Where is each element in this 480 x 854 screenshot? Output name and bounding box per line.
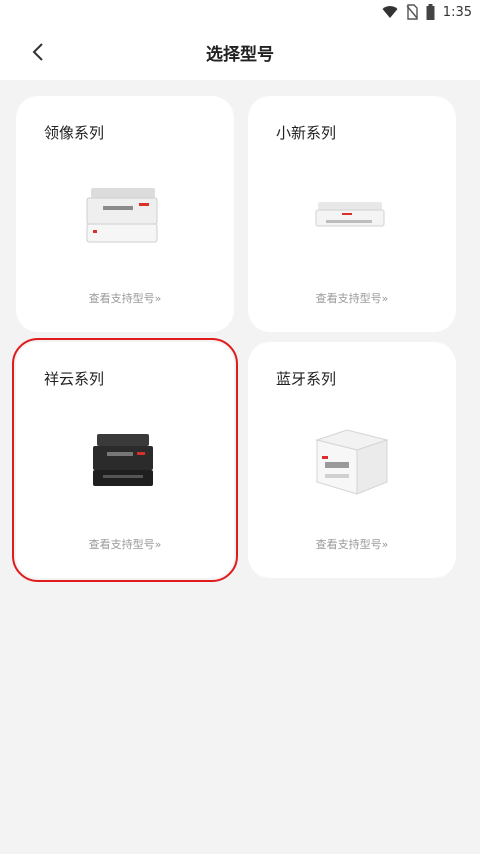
back-button[interactable] [24, 38, 52, 66]
black-laser-printer-icon [70, 422, 180, 502]
series-card-xiaoxin[interactable]: 小新系列 查看支持型号» [248, 96, 456, 332]
status-bar: 1:35 [0, 0, 480, 24]
series-name: 蓝牙系列 [276, 370, 337, 388]
multifunction-printer-icon [70, 176, 180, 256]
white-mfp-printer-icon [297, 422, 407, 502]
page-title: 选择型号 [206, 44, 274, 65]
no-sim-icon [406, 4, 418, 20]
view-models-link[interactable]: 查看支持型号» [16, 290, 234, 306]
view-models-link[interactable]: 查看支持型号» [248, 536, 456, 552]
view-models-link[interactable]: 查看支持型号» [16, 536, 234, 552]
view-models-link[interactable]: 查看支持型号» [248, 290, 456, 306]
app-header: 选择型号 [0, 24, 480, 80]
wifi-icon [382, 6, 398, 19]
series-card-xiangyun[interactable]: 祥云系列 查看支持型号» [12, 338, 238, 582]
series-grid: 领像系列 查看支持型号» 小新系列 查看支持型号» 祥云系列 查看支持型号» 蓝… [12, 96, 464, 582]
chevron-left-icon [32, 43, 43, 61]
status-time: 1:35 [442, 4, 472, 20]
compact-printer-icon [297, 176, 407, 256]
series-card-lingxiang[interactable]: 领像系列 查看支持型号» [16, 96, 234, 332]
series-name: 小新系列 [276, 124, 337, 142]
series-name: 领像系列 [44, 124, 105, 142]
series-card-bluetooth[interactable]: 蓝牙系列 查看支持型号» [248, 342, 456, 578]
battery-icon [426, 4, 435, 20]
series-name: 祥云系列 [44, 370, 105, 388]
